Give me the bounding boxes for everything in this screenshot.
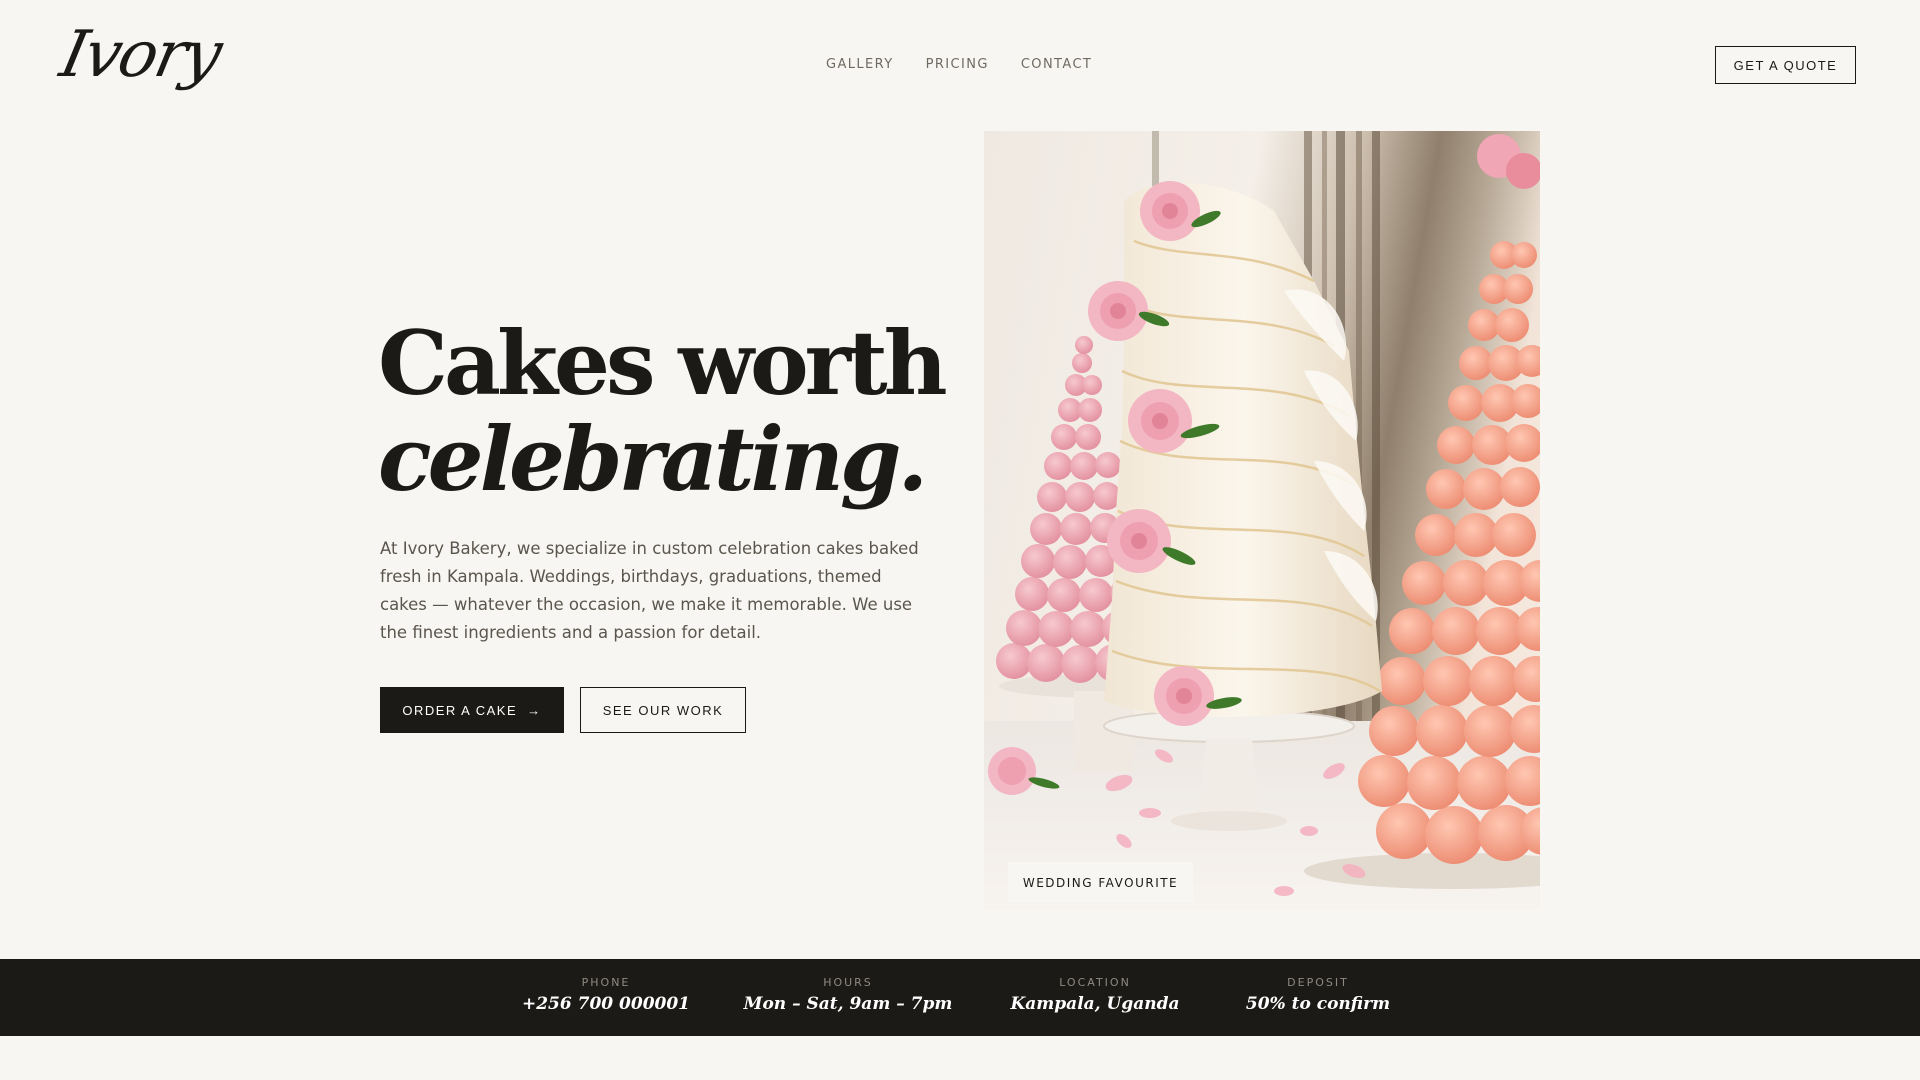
info-deposit-value: 50% to confirm bbox=[1245, 994, 1391, 1014]
info-location-label: LOCATION bbox=[1059, 976, 1131, 989]
info-phone-value[interactable]: +256 700 000001 bbox=[522, 994, 690, 1014]
info-hours-label: HOURS bbox=[823, 976, 873, 989]
image-tag: WEDDING FAVOURITE bbox=[1008, 862, 1193, 903]
hero-title-line-1: Cakes worth bbox=[378, 311, 948, 415]
info-hours-value: Mon – Sat, 9am – 7pm bbox=[743, 994, 953, 1014]
nav-contact[interactable]: CONTACT bbox=[1021, 57, 1092, 72]
get-quote-button[interactable]: GET A QUOTE bbox=[1715, 46, 1856, 84]
hero-cake-image bbox=[984, 131, 1540, 910]
order-cake-label: ORDER A CAKE bbox=[402, 702, 518, 718]
logo[interactable]: Ivory bbox=[54, 18, 226, 92]
info-phone: PHONE +256 700 000001 bbox=[522, 976, 690, 1014]
hero-title: Cakes worth celebrating. bbox=[378, 311, 948, 511]
hero-description: At Ivory Bakery, we specialize in custom… bbox=[380, 539, 919, 642]
order-cake-button[interactable]: ORDER A CAKE → bbox=[380, 687, 564, 733]
arrow-right-icon: → bbox=[527, 702, 542, 718]
info-deposit: DEPOSIT 50% to confirm bbox=[1246, 976, 1390, 1014]
main-nav: GALLERY PRICING CONTACT bbox=[826, 57, 1092, 72]
info-bar: PHONE +256 700 000001 HOURS Mon – Sat, 9… bbox=[0, 959, 1920, 1036]
info-phone-label: PHONE bbox=[581, 976, 631, 989]
info-location: LOCATION Kampala, Uganda bbox=[1011, 976, 1180, 1014]
info-deposit-label: DEPOSIT bbox=[1287, 976, 1349, 989]
nav-gallery[interactable]: GALLERY bbox=[826, 57, 894, 72]
see-work-button[interactable]: SEE OUR WORK bbox=[580, 687, 746, 733]
nav-pricing[interactable]: PRICING bbox=[926, 57, 989, 72]
info-location-value: Kampala, Uganda bbox=[1010, 994, 1180, 1014]
info-hours: HOURS Mon – Sat, 9am – 7pm bbox=[744, 976, 953, 1014]
hero-title-line-2: celebrating. bbox=[378, 407, 928, 511]
